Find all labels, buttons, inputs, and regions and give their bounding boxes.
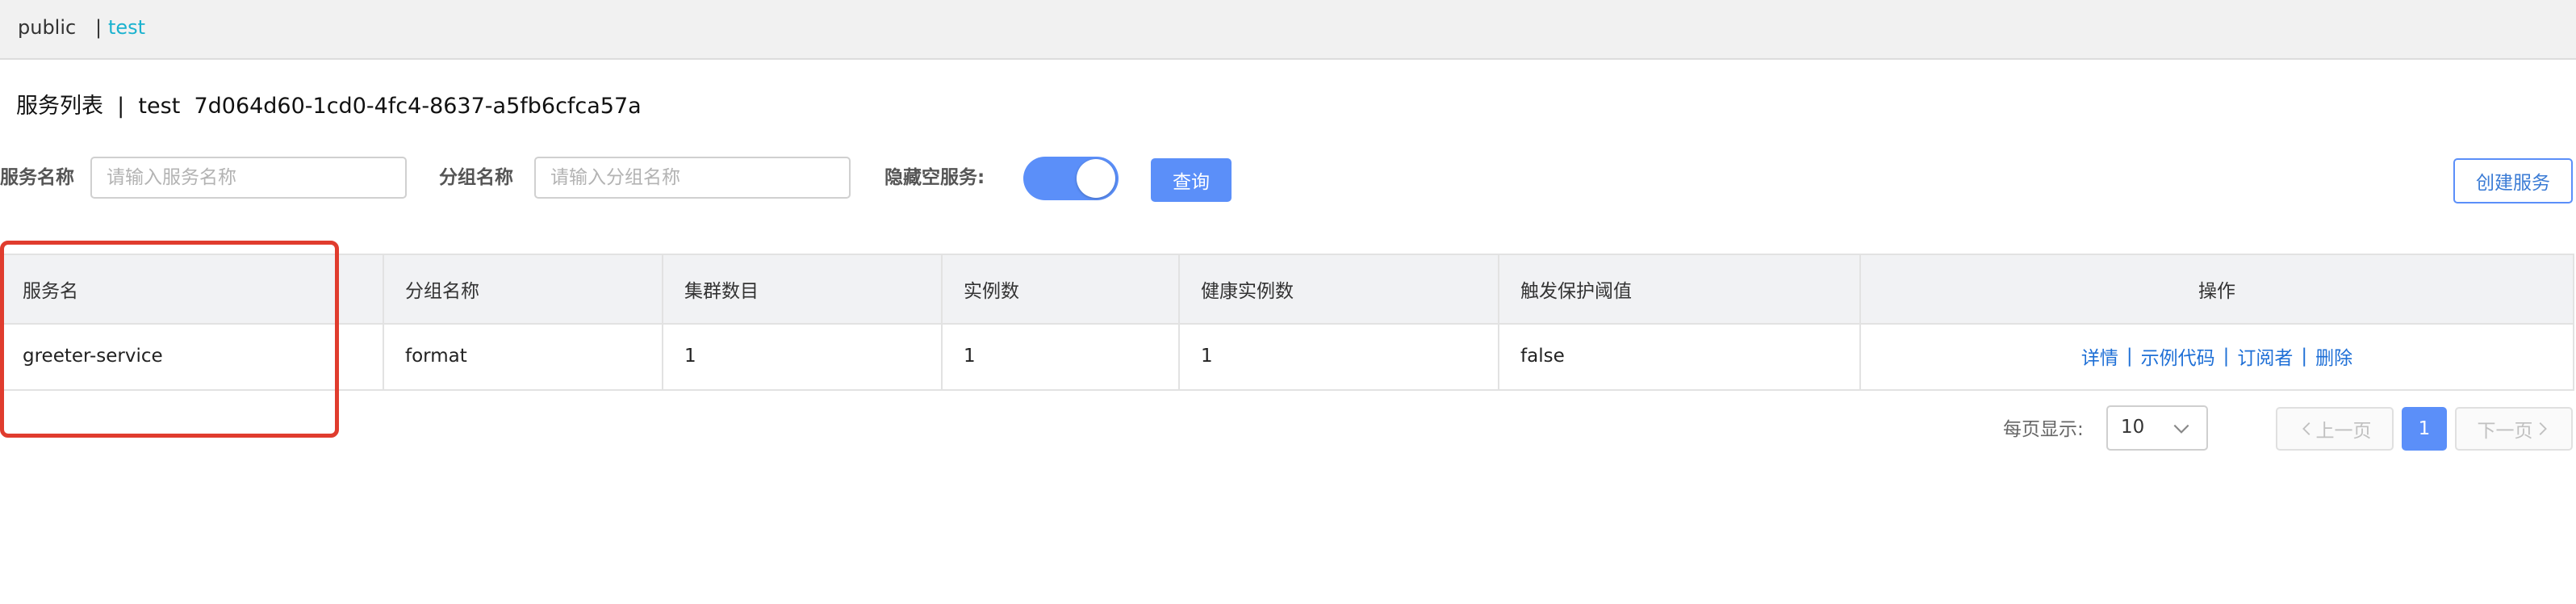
service-name-label: 服务名称 xyxy=(0,167,74,188)
table-header: 服务名 分组名称 集群数目 实例数 健康实例数 触发保护阈值 操作 xyxy=(2,255,2573,325)
namespace-public[interactable]: public xyxy=(18,15,76,40)
header-actions: 操作 xyxy=(2198,281,2235,302)
cell-actions: 详情 | 示例代码 | 订阅者 | 删除 xyxy=(1861,323,2573,389)
header-instance-count: 实例数 xyxy=(943,255,1180,323)
prev-page-button[interactable]: 上一页 xyxy=(2276,407,2394,451)
page-size-select[interactable]: 10 xyxy=(2106,405,2208,451)
hide-empty-label: 隐藏空服务: xyxy=(884,167,985,188)
action-separator: | xyxy=(2301,346,2308,367)
namespace-separator: | xyxy=(95,16,102,39)
namespace-test[interactable]: test xyxy=(108,15,145,40)
prev-page-label: 上一页 xyxy=(2315,421,2372,442)
hide-empty-toggle[interactable] xyxy=(1023,157,1119,200)
table-row: greeter-service format 1 1 1 false 详情 | … xyxy=(2,323,2573,389)
header-protect-threshold: 触发保护阈值 xyxy=(1499,255,1861,323)
cell-group-name: format xyxy=(384,323,663,389)
cell-instance-count: 1 xyxy=(943,323,1180,389)
toggle-knob xyxy=(1077,159,1115,198)
group-name-input[interactable] xyxy=(534,157,851,199)
cell-protect-threshold: false xyxy=(1499,323,1861,389)
cell-cluster-count: 1 xyxy=(663,323,943,389)
page-title: 服务列表 | test 7d064d60-1cd0-4fc4-8637-a5fb… xyxy=(16,94,642,119)
service-table: 服务名 分组名称 集群数目 实例数 健康实例数 触发保护阈值 操作 greete… xyxy=(0,254,2574,391)
next-page-label: 下一页 xyxy=(2477,421,2533,442)
create-service-button[interactable]: 创建服务 xyxy=(2453,158,2573,203)
header-cluster-count: 集群数目 xyxy=(663,255,943,323)
cell-healthy-instance-count: 1 xyxy=(1180,323,1499,389)
group-name-label: 分组名称 xyxy=(439,167,513,188)
action-separator: | xyxy=(2126,346,2133,367)
header-healthy-instance-count: 健康实例数 xyxy=(1180,255,1499,323)
header-group-name: 分组名称 xyxy=(384,255,663,323)
action-separator: | xyxy=(2223,346,2230,367)
page-size-value: 10 xyxy=(2121,417,2145,438)
detail-link[interactable]: 详情 xyxy=(2081,342,2118,370)
query-button[interactable]: 查询 xyxy=(1151,158,1232,202)
namespace-bar: public | test xyxy=(0,0,2576,60)
chevron-right-icon xyxy=(2539,422,2547,435)
page-size-label: 每页显示: xyxy=(2003,419,2084,440)
service-name-input[interactable] xyxy=(90,157,407,199)
header-service-name: 服务名 xyxy=(2,255,384,323)
current-page-button[interactable]: 1 xyxy=(2402,407,2447,451)
subscribers-link[interactable]: 订阅者 xyxy=(2237,342,2293,370)
chevron-down-icon xyxy=(2173,424,2189,434)
delete-link[interactable]: 删除 xyxy=(2315,342,2352,370)
next-page-button[interactable]: 下一页 xyxy=(2455,407,2573,451)
cell-service-name: greeter-service xyxy=(2,323,384,389)
chevron-left-icon xyxy=(2302,422,2310,435)
sample-code-link[interactable]: 示例代码 xyxy=(2141,342,2215,370)
